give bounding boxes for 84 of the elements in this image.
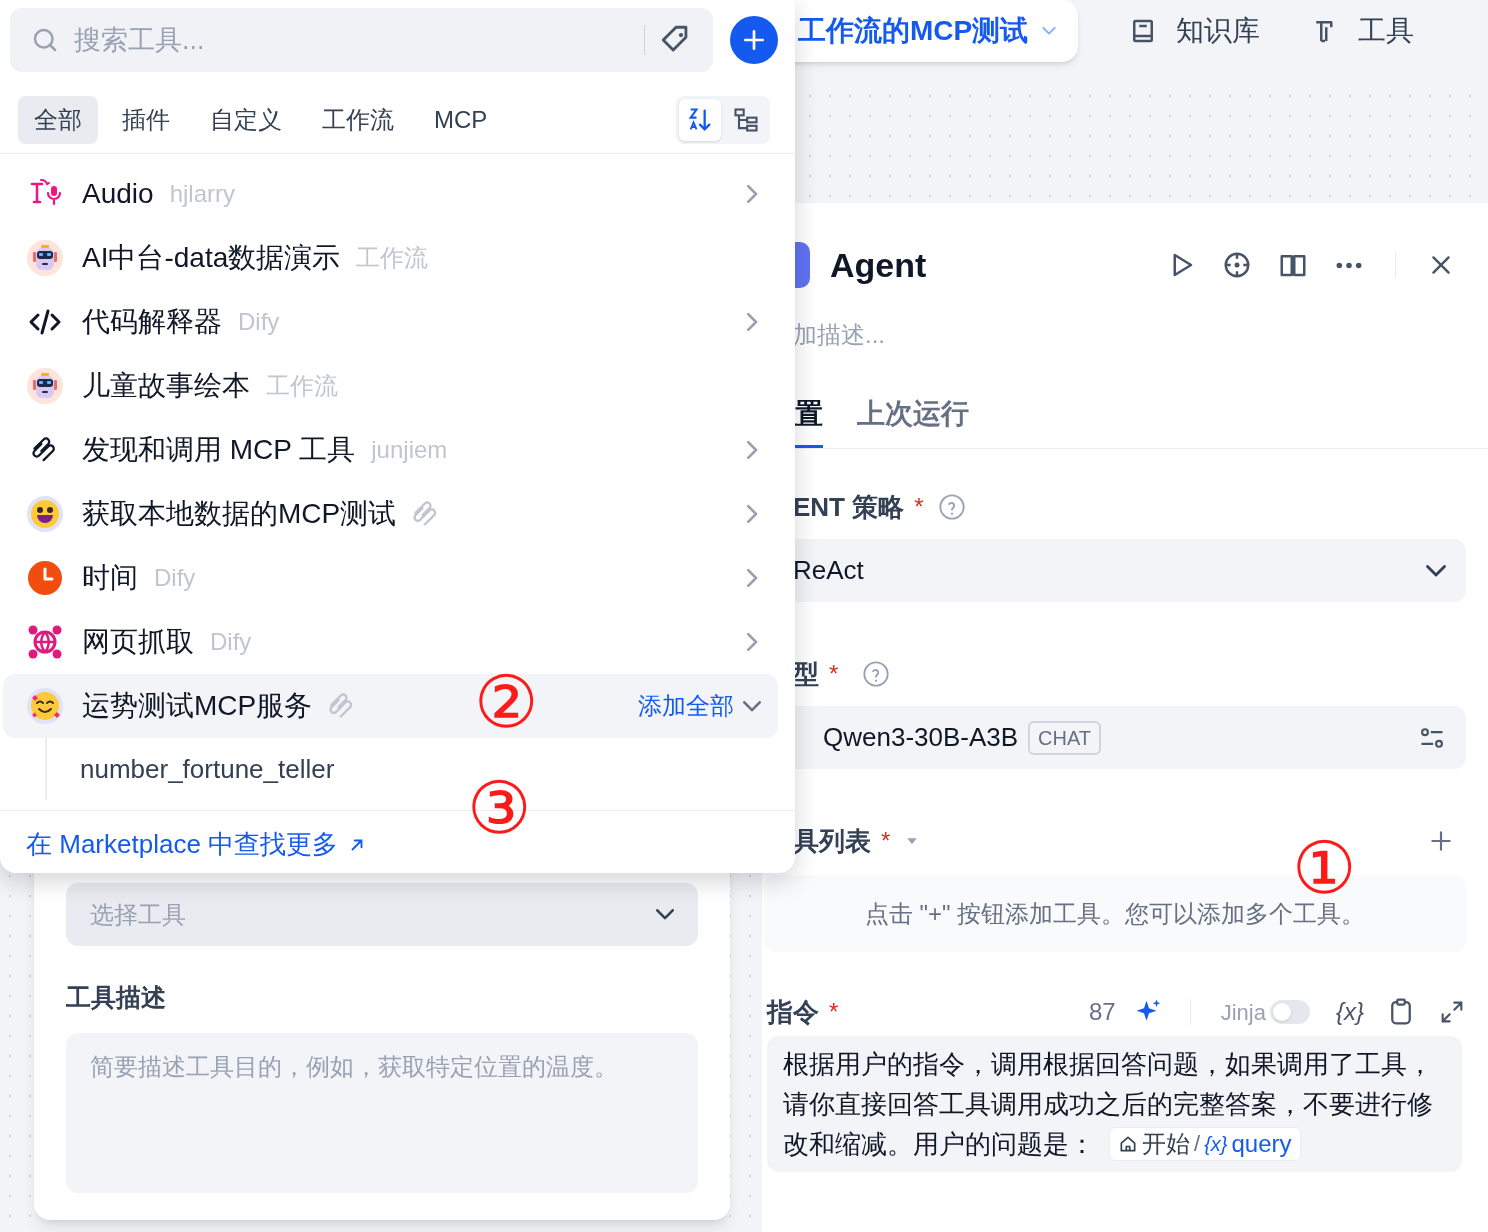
tool-name: AI中台-data数据演示: [82, 241, 341, 275]
globe-icon: [27, 624, 63, 660]
character-count: 87: [1089, 997, 1116, 1027]
tool-source: Dify: [238, 307, 280, 337]
tool-name: 发现和调用 MCP 工具: [82, 433, 356, 467]
tool-row[interactable]: Audio hjlarry: [3, 162, 778, 226]
tool-name: 儿童故事绘本: [82, 369, 250, 403]
field-label: 型: [793, 657, 819, 691]
tool-source: 工作流: [266, 371, 338, 401]
node-name: 开始: [1142, 1129, 1190, 1159]
field-label: 具列表: [793, 824, 871, 858]
required-mark: *: [881, 826, 891, 856]
chevron-down-icon: [1426, 564, 1446, 577]
panel-tab[interactable]: 上次运行: [857, 393, 969, 448]
view-mode-button[interactable]: [679, 99, 721, 141]
workflow-title: 工作流的MCP测试: [798, 14, 1029, 48]
search-field[interactable]: 搜索工具...: [10, 8, 713, 72]
robot-icon: [27, 240, 63, 276]
tool-name: 获取本地数据的MCP测试: [82, 497, 397, 531]
field-label: 指令: [767, 995, 819, 1029]
more-icon: [1336, 261, 1362, 269]
required-mark: *: [829, 659, 839, 689]
chevron-down-icon: [1042, 27, 1057, 35]
help-icon: [937, 493, 966, 521]
crosshair-icon: [1222, 250, 1252, 280]
instruction-text: 根据用户的指令，调用根据回答问题，如果调用了工具，: [783, 1048, 1433, 1081]
description-input[interactable]: 加描述...: [793, 319, 1093, 351]
chevron-down-icon: [656, 909, 674, 920]
tool-source: hjlarry: [169, 179, 235, 209]
tool-source: Dify: [210, 627, 252, 657]
grinning-emoji-icon: [27, 496, 63, 532]
select-value: Qwen3-30B-A3B: [823, 721, 1019, 754]
panel-title: Agent: [830, 244, 927, 286]
tool-row[interactable]: 发现和调用 MCP 工具 junjiem: [3, 418, 778, 482]
tool-name: Audio: [82, 177, 154, 211]
filter-tab[interactable]: 插件: [106, 96, 186, 144]
annotation-number: ③: [467, 772, 532, 844]
tool-name: 运势测试MCP服务: [82, 689, 313, 723]
tree-icon: [732, 106, 760, 134]
filter-tab[interactable]: 工作流: [306, 96, 410, 144]
instruction-box[interactable]: 根据用户的指令，调用根据回答问题，如果调用了工具， 请你直接回答工具调用成功之后的完整答案，不要进行修 改和缩减。用户的问题是： 开始 / {x} query: [767, 1036, 1462, 1172]
instruction-text: 改和缩减。用户的问题是：: [783, 1128, 1095, 1161]
tool-row[interactable]: 代码解释器 Dify: [3, 290, 778, 354]
add-all-link[interactable]: 添加全部: [638, 688, 734, 724]
smiling-emoji-icon: [27, 688, 63, 724]
description-field[interactable]: 简要描述工具目的，例如，获取特定位置的温度。: [66, 1032, 698, 1193]
tool-name: 代码解释器: [82, 305, 222, 339]
tool-name: 时间: [82, 561, 138, 595]
clock-icon: [27, 560, 63, 596]
filter-tab[interactable]: 全部: [18, 96, 98, 144]
select-value: ReAct: [793, 554, 864, 587]
tool-source: Dify: [154, 563, 196, 593]
tool-row[interactable]: AI中台-data数据演示 工作流: [3, 226, 778, 290]
jinja-toggle[interactable]: [1269, 1000, 1310, 1024]
tool-source: junjiem: [371, 435, 448, 465]
plus-icon: [1428, 828, 1454, 854]
model-badge: CHAT: [1028, 720, 1102, 755]
filter-tab[interactable]: 自定义: [194, 96, 298, 144]
jinja-label: Jinja: [1220, 998, 1266, 1027]
tool-source: 工作流: [356, 243, 429, 273]
path-separator: /: [1194, 1130, 1201, 1158]
field-label: 工具描述: [66, 982, 166, 1013]
help-icon: [862, 660, 891, 688]
nav-link[interactable]: 知识库: [1128, 0, 1261, 62]
home-icon: [1118, 1134, 1138, 1154]
robot-icon: [27, 368, 63, 404]
required-mark: *: [914, 492, 924, 522]
tool-row[interactable]: 儿童故事绘本 工作流: [3, 354, 778, 418]
instruction-text: 请你直接回答工具调用成功之后的完整答案，不要进行修: [783, 1088, 1433, 1121]
select-placeholder: 选择工具: [90, 899, 186, 930]
field-label: ENT 策略: [793, 490, 905, 524]
variable-name: query: [1231, 1129, 1292, 1159]
filter-tab[interactable]: MCP: [418, 96, 504, 144]
variable-marker: {x}: [1204, 1132, 1228, 1157]
tool-name: 网页抓取: [82, 625, 194, 659]
insert-variable-button[interactable]: {x}: [1335, 994, 1364, 1030]
nav-link[interactable]: 工具: [1310, 0, 1415, 62]
required-mark: *: [829, 997, 839, 1027]
search-input[interactable]: 搜索工具...: [74, 19, 630, 61]
plus-icon: [741, 27, 767, 53]
tool-action-item[interactable]: number_fortune_teller: [80, 749, 335, 789]
add-button[interactable]: [730, 16, 778, 64]
tool-row[interactable]: 运势测试MCP服务 ② 添加全部: [3, 674, 778, 738]
marketplace-link[interactable]: 在 Marketplace 中查找更多: [26, 825, 367, 864]
